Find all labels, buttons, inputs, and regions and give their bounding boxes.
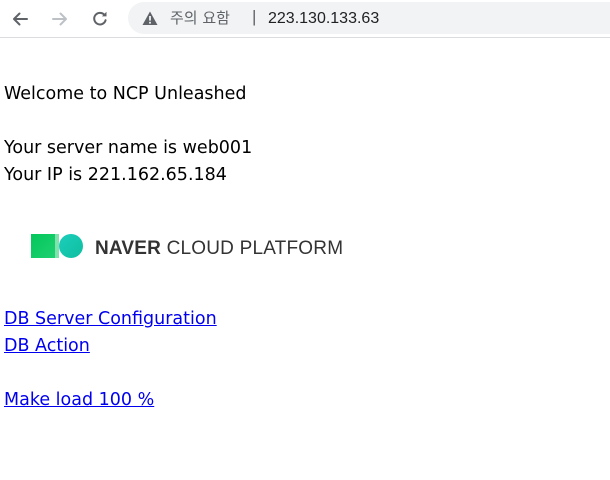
logo-mark-icon xyxy=(31,234,83,258)
logo-brand-bold: NAVER xyxy=(95,238,162,259)
welcome-heading: Welcome to NCP Unleashed xyxy=(4,84,247,104)
url-text[interactable]: 223.130.133.63 xyxy=(268,10,379,28)
db-server-configuration-link[interactable]: DB Server Configuration xyxy=(4,308,217,330)
db-action-link[interactable]: DB Action xyxy=(4,335,90,357)
ip-text: Your IP is 221.162.65.184 xyxy=(4,165,227,185)
not-secure-label[interactable]: 주의 요함 xyxy=(170,9,230,27)
url-separator: | xyxy=(252,7,257,26)
address-bar[interactable]: 주의 요함 | 223.130.133.63 xyxy=(128,2,610,34)
arrow-left-icon xyxy=(13,12,28,26)
logo-brand-rest: CLOUD PLATFORM xyxy=(161,238,344,259)
forward-button[interactable] xyxy=(45,4,75,34)
reload-button[interactable] xyxy=(85,4,115,34)
make-load-link[interactable]: Make load 100 % xyxy=(4,389,154,411)
logo-text: NAVER CLOUD PLATFORM xyxy=(95,238,343,260)
server-name-text: Your server name is web001 xyxy=(4,138,253,158)
warning-triangle-icon[interactable] xyxy=(142,11,158,26)
browser-toolbar: 주의 요함 | 223.130.133.63 xyxy=(0,0,610,38)
back-button[interactable] xyxy=(5,4,35,34)
naver-cloud-platform-logo: NAVER CLOUD PLATFORM xyxy=(31,234,351,264)
arrow-right-icon xyxy=(52,12,67,26)
reload-icon xyxy=(93,11,107,26)
